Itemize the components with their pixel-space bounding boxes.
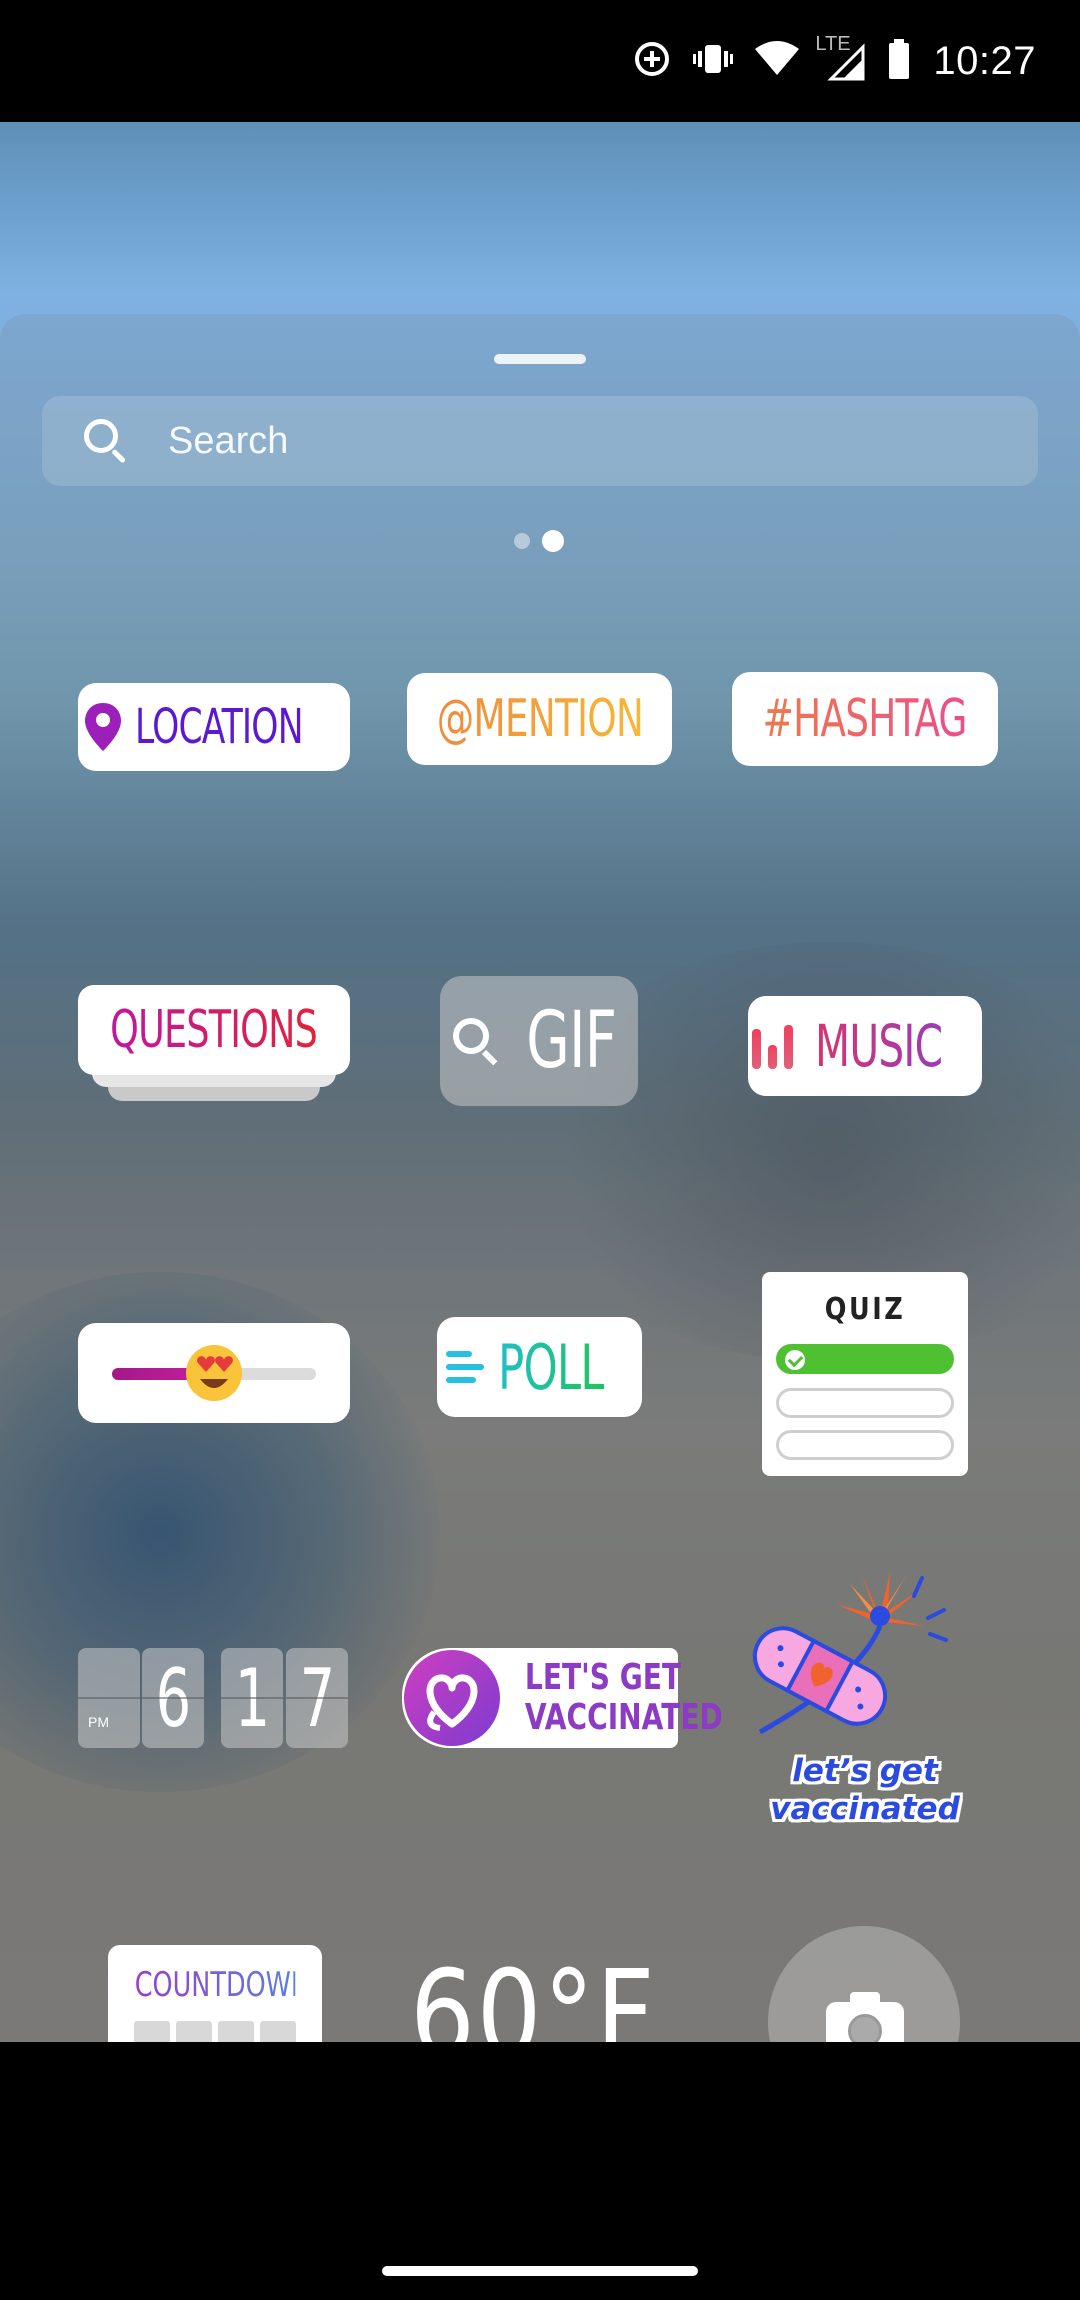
page-indicator [514,530,564,552]
questions-sticker[interactable]: QUESTIONS [78,985,350,1115]
questions-card: QUESTIONS [78,985,350,1075]
quiz-option-correct [776,1344,954,1374]
gif-search-icon [451,1016,501,1066]
quiz-label: QUIZ [824,1292,906,1327]
poll-sticker[interactable]: POLL [437,1317,642,1417]
search-input[interactable] [168,419,968,463]
hashtag-label: #HASHTAG [762,689,968,749]
navigation-area [0,2042,1080,2300]
bandage-flower-icon [752,1572,948,1735]
hashtag-sticker[interactable]: #HASHTAG [732,672,998,766]
vaccinated-badge-sticker[interactable]: LET'S GET VACCINATED [402,1648,723,1748]
heart-eyes-emoji-icon [186,1345,242,1401]
music-label: MUSIC [814,1012,943,1080]
vaccinated-art-line1: let’s get [792,1753,938,1789]
quiz-option [776,1388,954,1418]
home-indicator[interactable] [382,2266,698,2276]
location-sticker[interactable]: LOCATION [78,683,350,771]
minute-tens-digit: 1 [234,1651,270,1745]
minute-ones-digit: 7 [299,1651,335,1745]
page-dot-2[interactable] [542,530,564,552]
hour-digit: 6 [155,1651,191,1745]
status-bar: LTE 10:27 [0,0,1080,122]
vaccinated-art-text: let’s get vaccinated [750,1752,980,1828]
clock-hour-tile: 6 [142,1648,204,1748]
wifi-icon [755,40,800,82]
poll-lines-icon [445,1351,484,1383]
questions-label: QUESTIONS [110,1000,319,1060]
quiz-option [776,1430,954,1460]
clock-meridiem-tile: PM [78,1648,140,1748]
clock-minute-ones-tile: 7 [286,1648,348,1748]
search-bar[interactable] [42,396,1038,486]
time-sticker[interactable]: PM 6 1 7 [78,1648,350,1748]
music-sticker[interactable]: MUSIC [748,996,982,1096]
location-pin-icon [85,703,122,751]
vibrate-icon [693,39,734,84]
vaccinated-art-line2: vaccinated [770,1791,960,1827]
vaccinated-badge-line2: VACCINATED [524,1697,723,1738]
check-icon [785,1350,805,1370]
vaccinated-badge-line1: LET'S GET [524,1657,682,1698]
meridiem-label: PM [88,1714,109,1730]
vaccinated-art-sticker[interactable]: let’s get vaccinated [750,1556,980,1828]
mention-label: @MENTION [436,689,643,749]
poll-label: POLL [497,1330,605,1404]
search-icon [84,419,128,464]
music-bars-icon [751,1023,793,1069]
emoji-slider-sticker[interactable] [78,1323,350,1423]
vaccinated-badge-text: LET'S GET VACCINATED [524,1657,723,1738]
status-icons: LTE 10:27 [633,33,1036,86]
clock-time: 10:27 [933,38,1036,83]
clock-minute-tens-tile: 1 [221,1648,283,1748]
battery-icon [887,38,911,84]
drag-handle[interactable] [494,354,586,364]
quiz-sticker[interactable]: QUIZ [762,1272,968,1476]
mention-sticker[interactable]: @MENTION [407,673,672,765]
countdown-label: COUNTDOWN [134,1965,310,2005]
cell-signal-icon: LTE [815,33,865,81]
page-dot-1[interactable] [514,533,530,549]
data-saver-icon [633,40,671,83]
gif-label: GIF [526,996,617,1086]
location-label: LOCATION [135,699,304,755]
gif-sticker[interactable]: GIF [440,976,638,1106]
heart-badge-icon [404,1650,500,1746]
